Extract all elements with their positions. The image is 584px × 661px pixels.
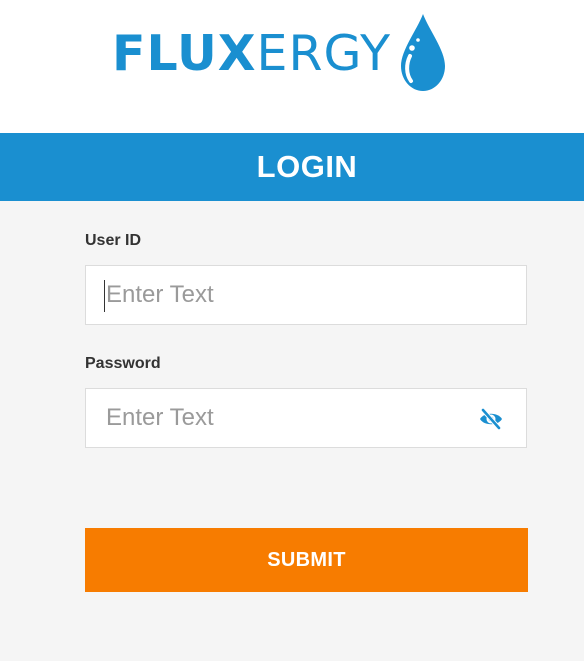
water-drop-icon [401,14,445,91]
login-title: LOGIN [256,149,358,184]
password-label: Password [85,355,161,372]
brand-name-light: ERGY [256,24,391,82]
login-card: LOGIN User ID Password SUBMIT [0,133,584,661]
password-field-container [85,388,527,448]
submit-button[interactable]: SUBMIT [85,528,528,592]
user-id-field-container [85,265,527,325]
eye-off-icon[interactable] [478,406,504,432]
user-id-label: User ID [85,232,142,249]
text-cursor [104,280,105,312]
login-header: LOGIN [0,133,584,201]
user-id-input[interactable] [86,266,526,324]
login-page: FLUXERGY LOGIN User ID Password [0,0,584,661]
password-input[interactable] [86,389,526,447]
brand-logo: FLUXERGY [112,8,449,98]
brand-name-bold: FLUX [112,24,257,82]
brand-wordmark: FLUXERGY [112,29,391,78]
